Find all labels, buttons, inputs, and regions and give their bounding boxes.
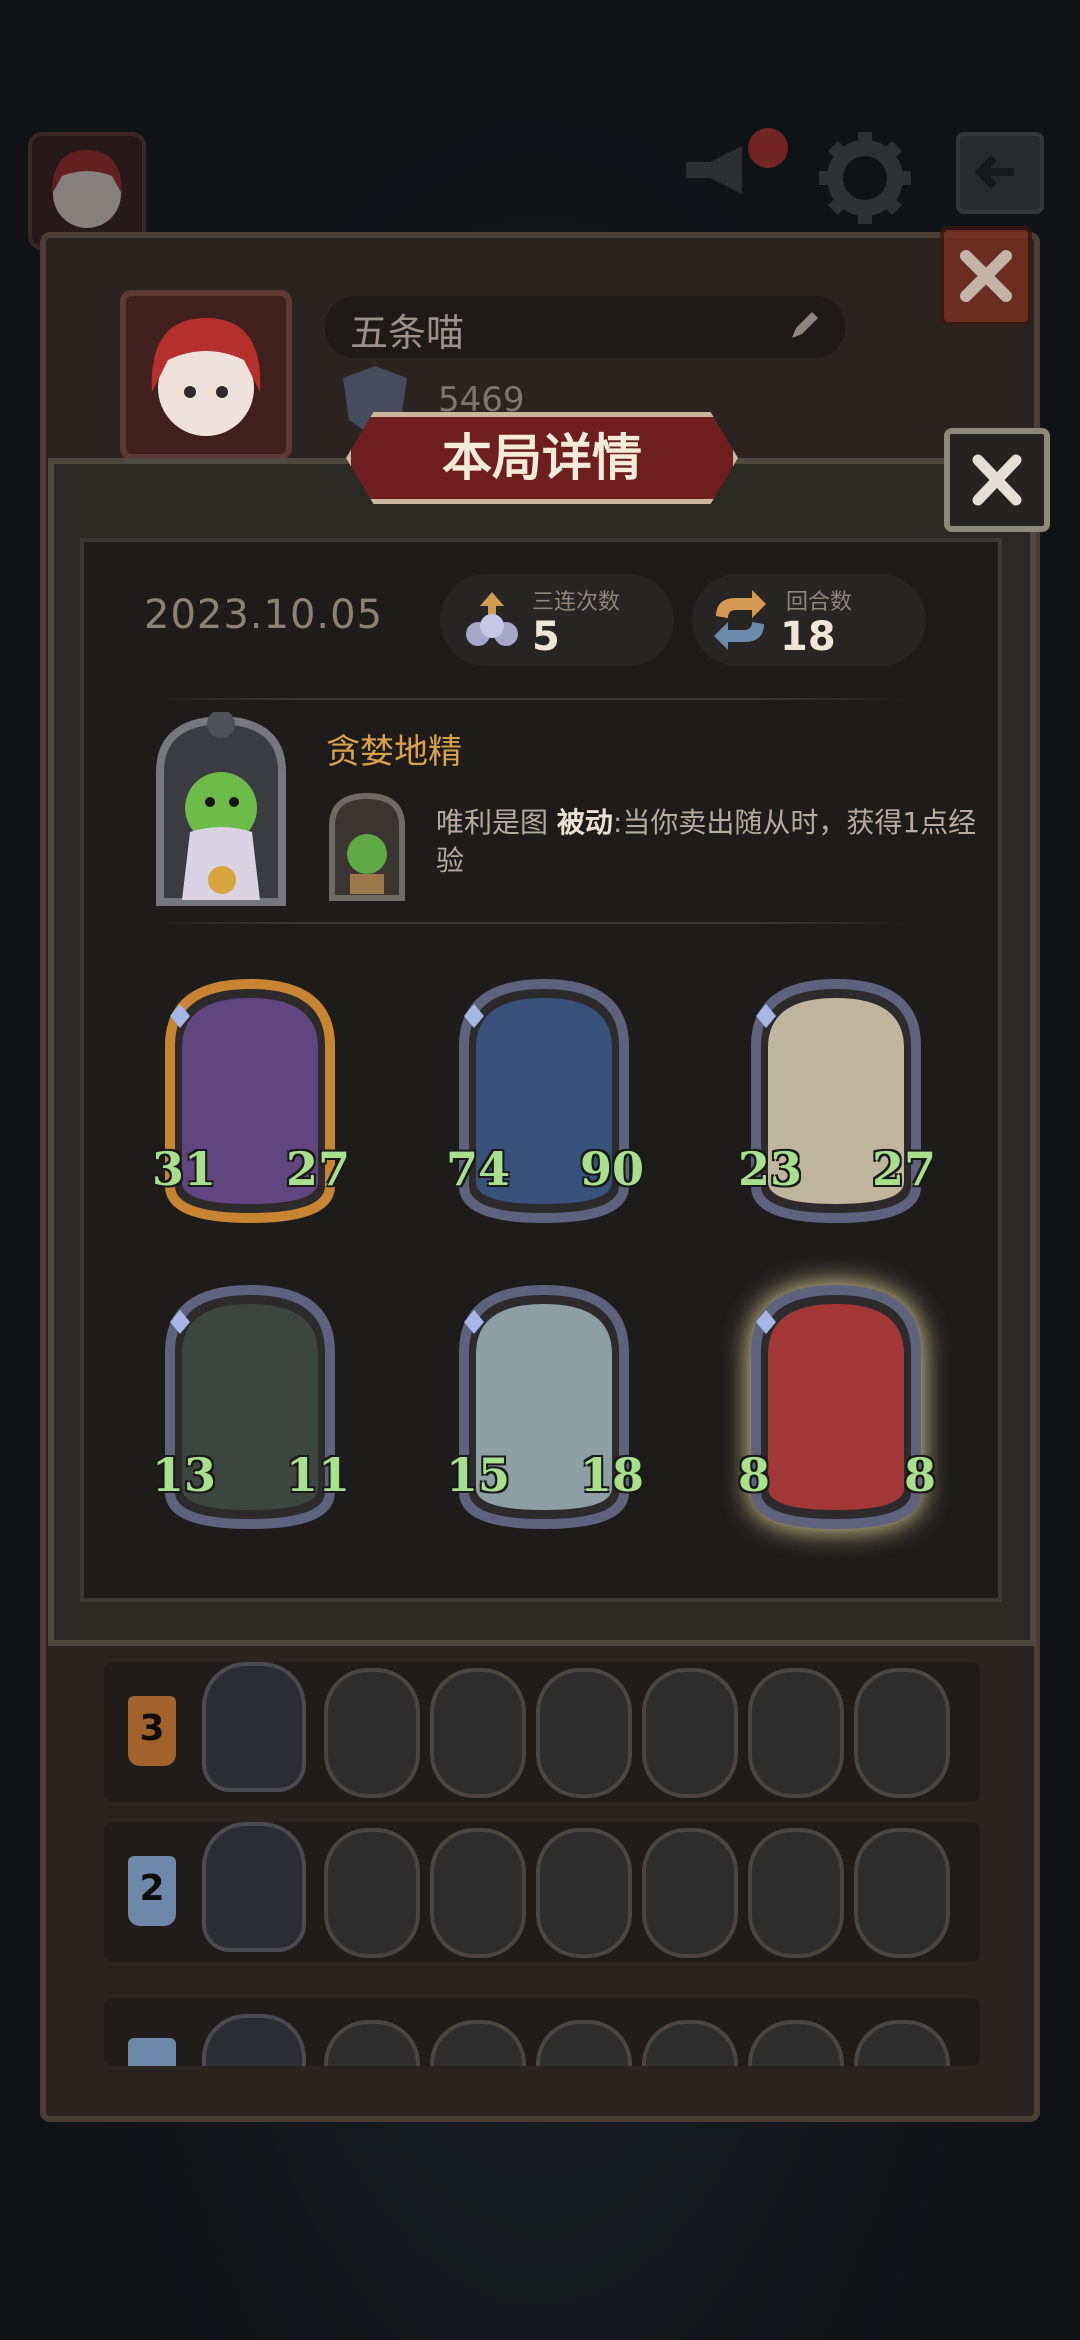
history-unit	[430, 2020, 526, 2066]
history-unit	[430, 1828, 526, 1958]
minion-clown-icon	[751, 1284, 921, 1530]
rank-flag: 2	[128, 1856, 176, 1926]
history-unit	[854, 2020, 950, 2066]
exit-icon[interactable]	[952, 128, 1048, 218]
minion-attack: 13	[152, 1448, 217, 1502]
minion-attack: 23	[738, 1142, 803, 1196]
rank-number: 3	[139, 1708, 165, 1749]
history-unit	[642, 1668, 738, 1798]
minion-card[interactable]: 88	[738, 1282, 936, 1532]
rank-number: 2	[139, 1868, 165, 1909]
history-hero	[202, 1662, 306, 1792]
divider	[150, 698, 906, 700]
history-row[interactable]: 3	[104, 1662, 980, 1802]
minion-health: 11	[285, 1448, 350, 1502]
profile-close-button[interactable]	[940, 226, 1032, 326]
minion-card[interactable]: 15 18	[446, 1282, 644, 1532]
history-unit	[536, 1828, 632, 1958]
history-unit	[536, 2020, 632, 2066]
profile-name: 五条喵	[350, 311, 465, 355]
hero-power-goblin-icon[interactable]	[326, 790, 408, 902]
minion-attack: 15	[446, 1448, 511, 1502]
avatar-girl-icon	[52, 150, 122, 228]
history-unit	[642, 2020, 738, 2066]
notification-badge-icon	[748, 128, 788, 168]
history-row[interactable]: 2	[104, 1822, 980, 1962]
hero-power-type: 被动	[556, 806, 613, 839]
dialog-close-button[interactable]	[944, 428, 1050, 532]
minion-card[interactable]: 31 27	[152, 976, 350, 1226]
minion-attack: 31	[152, 1142, 217, 1196]
history-unit	[536, 1668, 632, 1798]
minion-health: 8	[903, 1448, 936, 1502]
settings-gear-icon[interactable]	[815, 128, 915, 228]
hero-power-description: 唯利是图 被动:当你卖出随从时，获得1点经验	[436, 804, 996, 880]
match-date: 2023.10.05	[144, 592, 384, 638]
history-unit	[748, 1828, 844, 1958]
history-unit	[748, 1668, 844, 1798]
minion-health: 27	[871, 1142, 936, 1196]
rounds-cycle-icon	[714, 590, 766, 650]
history-unit	[854, 1668, 950, 1798]
history-unit	[430, 1668, 526, 1798]
history-unit	[748, 2020, 844, 2066]
round-count-value: 18	[780, 614, 836, 660]
minion-card[interactable]: 74 90	[446, 976, 644, 1226]
dialog-title: 本局详情	[442, 429, 642, 487]
history-hero	[202, 2014, 306, 2066]
close-icon	[960, 250, 1012, 302]
history-unit	[324, 1668, 420, 1798]
minion-attack: 8	[738, 1448, 771, 1502]
edit-pencil-icon[interactable]	[786, 308, 822, 344]
minion-health: 90	[579, 1142, 644, 1196]
minion-health: 18	[579, 1448, 644, 1502]
hero-power-name: 唯利是图	[436, 806, 549, 839]
triple-units-icon	[466, 592, 518, 646]
triple-count-value: 5	[532, 614, 560, 660]
hero-portrait-goblin-icon[interactable]	[150, 712, 292, 908]
triple-count-pill: 三连次数 5	[440, 574, 674, 666]
round-count-label: 回合数	[786, 590, 853, 615]
history-unit	[324, 1828, 420, 1958]
history-unit	[324, 2020, 420, 2066]
history-unit	[854, 1828, 950, 1958]
hero-name: 贪婪地精	[326, 732, 462, 772]
rank-flag	[128, 2038, 176, 2066]
round-count-pill: 回合数 18	[692, 574, 926, 666]
triple-count-label: 三连次数	[532, 590, 621, 615]
minion-card[interactable]: 13 11	[152, 1282, 350, 1532]
divider	[150, 922, 906, 924]
minion-attack: 74	[446, 1142, 511, 1196]
rank-flag: 3	[128, 1696, 176, 1766]
profile-avatar[interactable]	[120, 290, 292, 460]
minion-card[interactable]: 23 27	[738, 976, 936, 1226]
minion-health: 27	[285, 1142, 350, 1196]
history-row[interactable]	[104, 1998, 980, 2066]
history-hero	[202, 1822, 306, 1952]
history-unit	[642, 1828, 738, 1958]
close-icon	[972, 454, 1022, 506]
avatar-girl-icon	[151, 318, 261, 436]
